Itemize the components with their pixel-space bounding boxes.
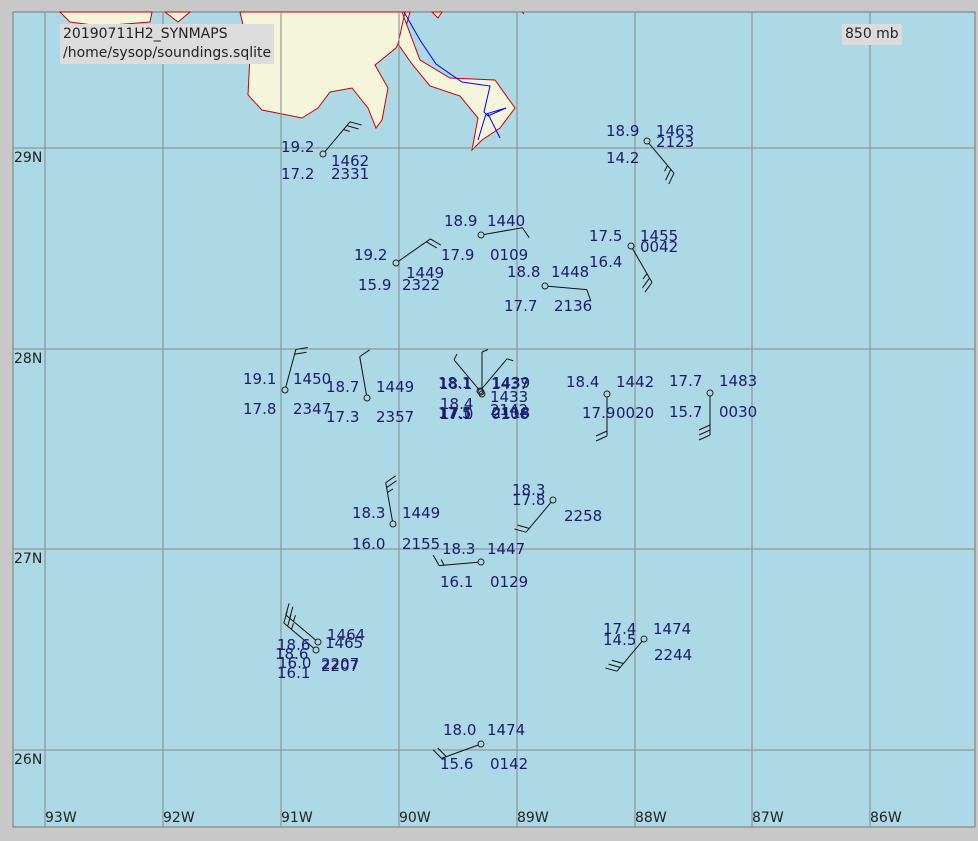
temperature-label: 17.7 xyxy=(669,372,702,390)
longitude-label: 90W xyxy=(399,810,431,826)
synoptic-map[interactable]: 93W 92W 91W 90W 89W 88W 87W 86W 29N 28N 27N 26N 19… xyxy=(0,0,978,841)
temperature-label: 18.9 xyxy=(606,122,639,140)
longitude-label: 92W xyxy=(163,810,195,826)
height-label: 1449 xyxy=(402,504,440,522)
temperature-label: 18.0 xyxy=(443,721,476,739)
wind-code-label: 2322 xyxy=(402,276,440,294)
map-title: 20190711H2_SYNMAPS xyxy=(63,26,228,42)
dewpoint-label: 14.5 xyxy=(603,631,636,649)
wind-code-label: 0020 xyxy=(616,404,654,422)
wind-code-label: 2123 xyxy=(656,133,694,151)
dewpoint-label: 17.8 xyxy=(243,400,276,418)
temperature-label: 18.6 xyxy=(277,636,310,654)
longitude-label: 88W xyxy=(635,810,667,826)
latitude-label: 27N xyxy=(14,551,42,567)
temperature-label: 18.9 xyxy=(444,212,477,230)
longitude-label: 86W xyxy=(870,810,902,826)
wind-code-label: 0042 xyxy=(640,238,678,256)
temperature-label: 17.5 xyxy=(589,227,622,245)
latitude-label: 28N xyxy=(14,351,42,367)
longitude-label: 87W xyxy=(752,810,784,826)
dewpoint-label: 16.1 xyxy=(440,573,473,591)
data-source: /home/sysop/soundings.sqlite xyxy=(63,45,272,61)
dewpoint-label: 17.5 xyxy=(438,404,471,422)
wind-code-label: 0142 xyxy=(490,755,528,773)
dewpoint-label: 15.7 xyxy=(669,403,702,421)
temperature-label: 18.8 xyxy=(507,263,540,281)
dewpoint-label: 17.9 xyxy=(582,404,615,422)
longitude-label: 89W xyxy=(517,810,549,826)
dewpoint-label: 15.6 xyxy=(440,755,473,773)
height-label: 1442 xyxy=(616,373,654,391)
wind-code-label: 0109 xyxy=(490,246,528,264)
dewpoint-label: 16.4 xyxy=(589,253,622,271)
longitude-label: 91W xyxy=(281,810,313,826)
temperature-label: 19.1 xyxy=(243,370,276,388)
wind-code-label: 2207 xyxy=(321,655,359,673)
wind-code-label: 0030 xyxy=(719,403,757,421)
temperature-label: 18.3 xyxy=(442,540,475,558)
dewpoint-label: 17.3 xyxy=(326,408,359,426)
title-box: 20190711H2_SYNMAPS /home/sysop/soundings… xyxy=(60,24,275,64)
temperature-label: 18.4 xyxy=(566,373,599,391)
height-label: 1474 xyxy=(487,721,525,739)
dewpoint-label: 16.0 xyxy=(278,654,311,672)
height-label: 1449 xyxy=(376,378,414,396)
temperature-label: 18.3 xyxy=(352,504,385,522)
dewpoint-label: 16.0 xyxy=(352,535,385,553)
wind-code-label: 2244 xyxy=(654,646,692,664)
dewpoint-label: 14.2 xyxy=(606,149,639,167)
wind-code-label: 2118 xyxy=(492,404,530,422)
height-label: 1440 xyxy=(487,212,525,230)
longitude-label: 93W xyxy=(45,810,77,826)
height-label: 1447 xyxy=(487,540,525,558)
temperature-label: 19.2 xyxy=(281,138,314,156)
latitude-label: 29N xyxy=(14,150,42,166)
latitude-label: 26N xyxy=(14,752,42,768)
dewpoint-label: 17.8 xyxy=(512,491,545,509)
height-label: 1474 xyxy=(653,620,691,638)
wind-code-label: 2331 xyxy=(331,165,369,183)
map-window: 93W 92W 91W 90W 89W 88W 87W 86W 29N 28N 27N 26N 19… xyxy=(0,0,978,841)
wind-code-label: 2136 xyxy=(554,297,592,315)
height-label: 1465 xyxy=(325,634,363,652)
temperature-label: 18.1 xyxy=(438,374,471,392)
dewpoint-label: 15.9 xyxy=(358,276,391,294)
temperature-label: 18.7 xyxy=(326,378,359,396)
wind-code-label: 2357 xyxy=(376,408,414,426)
temperature-label: 19.2 xyxy=(354,246,387,264)
wind-code-label: 0129 xyxy=(490,573,528,591)
pressure-level-badge: 850 mb xyxy=(842,24,902,45)
height-label: 1439 xyxy=(492,374,530,392)
dewpoint-label: 17.7 xyxy=(504,297,537,315)
wind-code-label: 2258 xyxy=(564,507,602,525)
dewpoint-label: 17.2 xyxy=(281,165,314,183)
dewpoint-label: 17.9 xyxy=(441,246,474,264)
wind-code-label: 2155 xyxy=(402,535,440,553)
height-label: 1483 xyxy=(719,372,757,390)
height-label: 1448 xyxy=(551,263,589,281)
